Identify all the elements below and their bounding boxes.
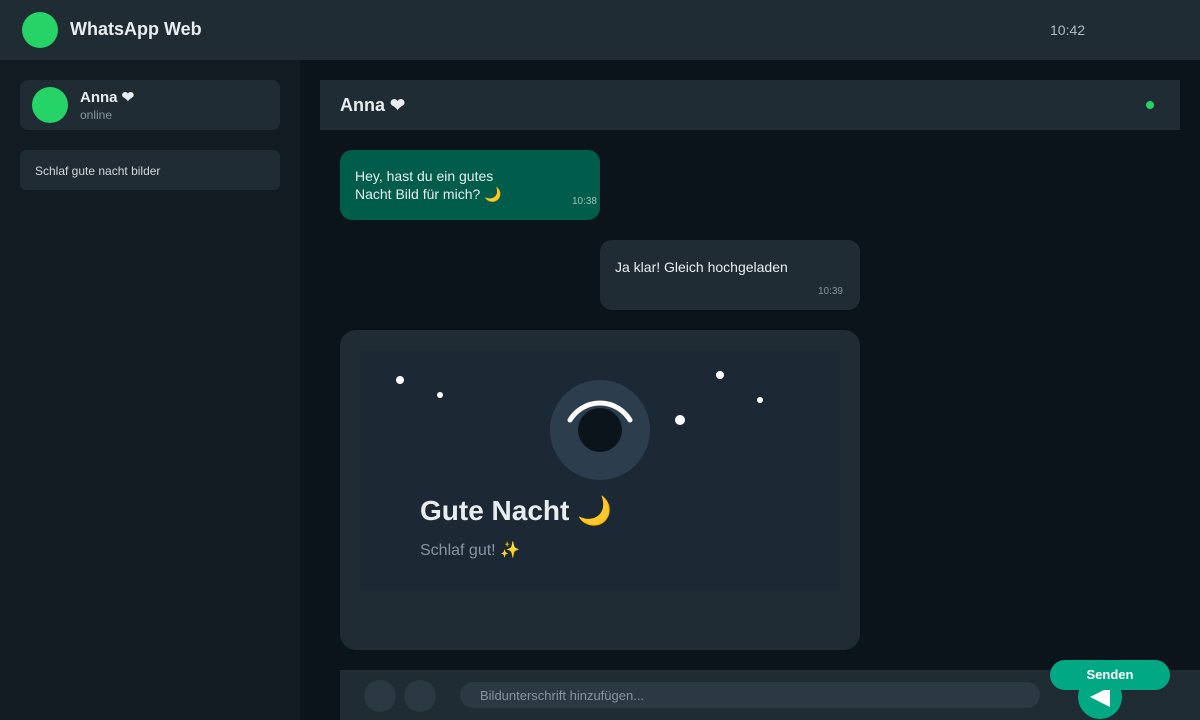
message-time: 10:39 xyxy=(817,286,843,297)
message-text-line: Nacht Bild für mich? 🌙 xyxy=(355,186,502,202)
search-suggestion-label: Schlaf gute nacht bilder xyxy=(35,164,161,178)
star-icon xyxy=(437,392,443,398)
star-icon xyxy=(675,415,685,425)
star-icon xyxy=(396,376,404,384)
send-arrow-icon xyxy=(1090,687,1110,707)
image-message[interactable]: Gute Nacht 🌙 Schlaf gut! ✨ xyxy=(340,330,860,650)
image-title: Gute Nacht 🌙 xyxy=(420,495,612,526)
message-text: Hey, hast du ein gutes Nacht Bild für mi… xyxy=(355,167,585,203)
message-bubble-incoming: Hey, hast du ein gutes Nacht Bild für mi… xyxy=(340,150,600,220)
star-icon xyxy=(716,371,724,379)
message-time: 10:38 xyxy=(571,196,597,207)
message-text: Ja klar! Gleich hochgeladen xyxy=(615,259,788,275)
good-night-image: Gute Nacht 🌙 Schlaf gut! ✨ xyxy=(360,350,840,590)
star-icon xyxy=(757,397,763,403)
chat-status: online xyxy=(80,108,113,122)
attach-button[interactable] xyxy=(404,680,436,712)
moon-icon xyxy=(550,380,650,480)
clock: 10:42 xyxy=(1050,22,1086,38)
emoji-button[interactable] xyxy=(364,680,396,712)
chat-name: Anna ❤ xyxy=(80,89,135,106)
moon-arc-icon xyxy=(567,400,633,423)
message-bubble-outgoing: Ja klar! Gleich hochgeladen 10:39 xyxy=(600,240,860,310)
sidebar: Anna ❤ online Schlaf gute nacht bilder xyxy=(0,60,300,720)
chat-list-item-anna[interactable]: Anna ❤ online xyxy=(20,80,280,130)
message-text-line: Hey, hast du ein gutes xyxy=(355,168,494,184)
image-subtitle: Schlaf gut! ✨ xyxy=(420,542,520,559)
avatar xyxy=(32,87,68,123)
chat-header[interactable]: Anna ❤ xyxy=(320,80,1180,130)
whatsapp-logo-icon xyxy=(22,12,58,48)
online-indicator-icon xyxy=(1146,101,1154,109)
top-bar: WhatsApp Web 10:42 xyxy=(0,0,1200,60)
send-label-button[interactable]: Senden xyxy=(1050,660,1170,690)
caption-input[interactable] xyxy=(460,682,1040,708)
search-suggestion[interactable]: Schlaf gute nacht bilder xyxy=(20,150,280,190)
chat-header-name: Anna ❤ xyxy=(340,95,406,115)
app-title: WhatsApp Web xyxy=(70,19,202,39)
